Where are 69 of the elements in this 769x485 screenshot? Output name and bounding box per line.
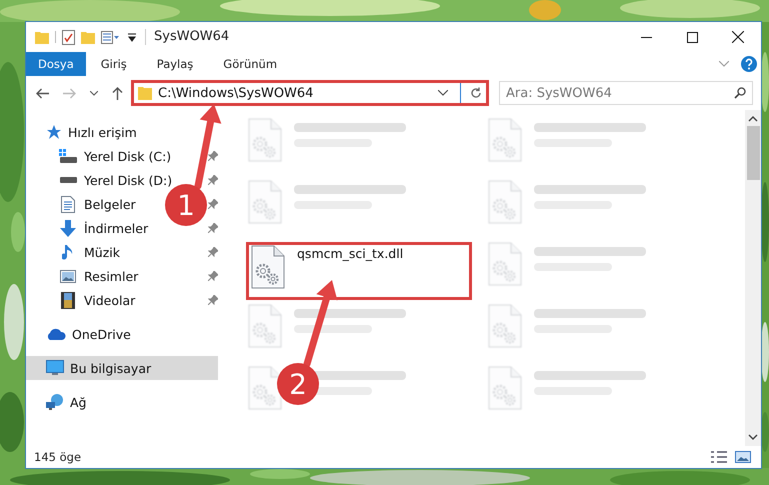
chevron-down-icon[interactable] (90, 90, 98, 96)
file-gear-icon (488, 366, 522, 410)
minimize-icon[interactable] (640, 36, 652, 38)
file-gear-icon (248, 304, 282, 348)
file-gear-icon (248, 366, 282, 410)
sidebar-item[interactable]: Belgeler (84, 196, 136, 212)
pin-icon[interactable] (208, 247, 218, 257)
large-icons-view-icon[interactable] (735, 451, 751, 463)
sidebar-item[interactable]: Yerel Disk (C:) (84, 148, 172, 164)
step-callout: 2 (277, 280, 338, 405)
file-gear-icon (248, 118, 282, 162)
sidebar-item[interactable]: Videolar (84, 292, 136, 308)
file-gear-icon (248, 180, 282, 224)
cloud-icon (46, 328, 66, 340)
drive-icon (59, 176, 77, 184)
sidebar-item[interactable]: Bu bilgisayar (26, 356, 218, 380)
pin-icon[interactable] (208, 175, 218, 185)
help-icon[interactable] (741, 56, 757, 72)
up-arrow-icon[interactable] (112, 86, 123, 100)
document-icon (61, 196, 75, 212)
dropdown-icon[interactable] (127, 32, 137, 42)
ribbon-tab[interactable]: Dosya (26, 52, 86, 76)
download-arrow-icon (60, 220, 76, 236)
sidebar-item[interactable]: Yerel Disk (D:) (84, 172, 172, 188)
scrollbar[interactable] (745, 110, 761, 446)
file-gear-icon (488, 180, 522, 224)
sidebar-item[interactable]: Müzik (84, 244, 120, 260)
file-gear-icon (488, 304, 522, 348)
search-field[interactable]: Ara: SysWOW64 (499, 81, 753, 105)
sidebar-item[interactable]: İndirmeler (84, 220, 148, 236)
maximize-icon[interactable] (686, 32, 698, 42)
file-gear-icon (488, 242, 522, 286)
ribbon-tab[interactable]: Görünüm (208, 52, 292, 76)
sidebar-item[interactable]: Ağ (26, 390, 218, 414)
file-item[interactable]: qsmcm_sci_tx.dll (246, 242, 472, 300)
star-icon (46, 124, 62, 140)
refresh-icon[interactable] (470, 87, 482, 99)
pin-icon[interactable] (208, 151, 218, 161)
search-icon (734, 87, 746, 99)
picture-icon (60, 270, 76, 282)
ribbon-tab[interactable]: Paylaş (142, 52, 208, 76)
properties-icon[interactable] (101, 30, 121, 44)
details-view-icon[interactable] (711, 451, 727, 463)
music-note-icon (62, 244, 74, 260)
file-gear-icon (488, 118, 522, 162)
sidebar-item[interactable]: OneDrive (26, 322, 218, 346)
scroll-up-icon[interactable] (748, 114, 758, 124)
scroll-down-icon[interactable] (748, 432, 758, 442)
item-count: 145 öge (34, 450, 82, 464)
network-icon (46, 394, 64, 410)
film-icon (61, 292, 75, 308)
pin-icon[interactable] (208, 271, 218, 281)
file-gear-icon (251, 245, 285, 289)
pin-icon[interactable] (208, 223, 218, 233)
scroll-thumb[interactable] (746, 126, 760, 180)
checklist-icon[interactable] (62, 30, 75, 44)
back-arrow-icon[interactable] (36, 88, 49, 98)
close-icon[interactable] (732, 31, 744, 43)
ribbon-tab[interactable]: Giriş (86, 52, 142, 76)
monitor-icon (46, 360, 64, 376)
pin-icon[interactable] (208, 199, 218, 209)
sidebar-item[interactable]: Resimler (84, 268, 138, 284)
folder-icon (138, 86, 152, 100)
address-field[interactable]: C:\Windows\SysWOW64 (131, 80, 489, 106)
sidebar-item[interactable]: Hızlı erişim (26, 120, 218, 144)
drive-icon (59, 149, 77, 163)
pin-icon[interactable] (208, 295, 218, 305)
chevron-down-icon[interactable] (438, 90, 448, 96)
window-title: SysWOW64 (145, 29, 230, 45)
